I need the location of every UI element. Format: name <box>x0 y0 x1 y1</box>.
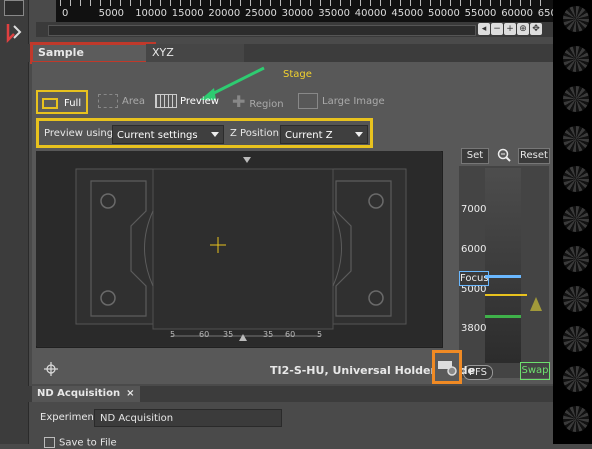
stage-scale-label: 5 <box>170 330 176 339</box>
experiment-label: Experiment: <box>40 412 102 423</box>
thumbnail-pattern-icon <box>563 6 589 32</box>
mode-large-image-button[interactable]: Large Image <box>298 90 385 114</box>
z-tick-label: 6000 <box>461 244 487 255</box>
pfs-offset-line <box>485 315 521 318</box>
thumbnail-pattern-icon <box>563 206 589 232</box>
z-position-select[interactable]: Current Z <box>280 125 368 144</box>
preview-using-label: Preview using: <box>44 128 117 139</box>
mode-area-button[interactable]: Area <box>98 90 145 114</box>
full-icon <box>42 97 58 109</box>
ruler-label: 40000 <box>354 8 387 19</box>
mode-full-label: Full <box>64 98 82 109</box>
z-tick-label: 7000 <box>461 204 487 215</box>
stage-scale-label: 60 <box>199 330 210 339</box>
nav-left-icon[interactable]: ◂ <box>478 23 490 35</box>
stage-holder-drawing <box>36 151 441 346</box>
ruler-label: 10000 <box>135 8 167 19</box>
thumbnail-pattern-icon <box>563 246 589 272</box>
stage-scale-label: 35 <box>223 330 234 339</box>
stage-tool-icon[interactable] <box>5 22 23 44</box>
mode-full-button[interactable]: Full <box>36 90 88 114</box>
thumbnail-pattern-icon <box>563 326 589 352</box>
ruler-label: 0 <box>62 8 69 19</box>
mode-preview-button[interactable]: Preview <box>155 90 219 114</box>
chevron-down-icon <box>355 132 363 137</box>
image-strip <box>553 0 592 444</box>
focus-line <box>485 275 521 278</box>
swap-button[interactable]: Swap <box>520 362 550 380</box>
close-icon[interactable]: × <box>126 388 134 399</box>
holder-gear-icon <box>438 361 457 376</box>
ruler-label: 15000 <box>171 8 204 19</box>
preview-using-value: Current settings <box>117 130 198 141</box>
large-image-icon <box>298 93 318 109</box>
z-indicator-triangle[interactable] <box>530 297 542 311</box>
preview-settings-bar: Preview using: Current settings Z Positi… <box>36 118 373 148</box>
ruler-label: 5000 <box>98 8 125 19</box>
mode-area-label: Area <box>122 96 146 107</box>
thumbnail-pattern-icon <box>563 366 589 392</box>
save-to-file-checkbox[interactable] <box>44 437 55 448</box>
zoom-fit-icon[interactable]: ⊕ <box>517 23 529 35</box>
stage-top-marker <box>243 157 251 163</box>
preview-using-select[interactable]: Current settings <box>112 125 224 144</box>
z-slider-track[interactable] <box>485 168 521 363</box>
zoom-in-icon[interactable]: + <box>504 23 516 35</box>
thumbnail-pattern-icon <box>563 406 589 432</box>
thumbnail-pattern-icon <box>563 46 589 72</box>
chevron-down-icon <box>211 132 219 137</box>
zoom-out-icon[interactable]: − <box>491 23 503 35</box>
ruler-label: 50000 <box>428 8 460 19</box>
mode-region-label: Region <box>249 99 284 110</box>
crosshair-icon[interactable] <box>44 362 58 376</box>
preview-icon <box>155 94 177 108</box>
ruler-label: 55000 <box>464 8 497 19</box>
zoom-icon[interactable] <box>497 148 511 162</box>
ruler-label: 45000 <box>391 8 424 19</box>
stage-scale-label: 60 <box>285 330 296 339</box>
thumbnail-pattern-icon <box>563 166 589 192</box>
ruler-label: 30000 <box>281 8 314 19</box>
mode-large-image-label: Large Image <box>322 96 385 107</box>
scroll-track[interactable] <box>48 25 476 36</box>
z-tick-label: 3800 <box>461 323 487 334</box>
thumbnail-pattern-icon <box>563 86 589 112</box>
z-position-value: Current Z <box>285 130 333 141</box>
focus-marker[interactable]: Focus <box>459 271 489 286</box>
reset-button[interactable]: Reset <box>518 148 550 164</box>
thumbnail-pattern-icon <box>563 286 589 312</box>
ruler-label: 25000 <box>245 8 277 19</box>
z-position-label: Z Position: <box>230 128 283 139</box>
plus-icon: ✚ <box>232 92 246 111</box>
holder-settings-button[interactable] <box>432 350 462 384</box>
tab-sample-navigation[interactable]: Sample Navigation× <box>30 42 156 77</box>
thumbnail-pattern-icon <box>563 126 589 152</box>
tab-xyz-overview[interactable]: XYZ Overview× <box>146 44 244 77</box>
mode-region-button[interactable]: ✚ Region <box>232 90 284 114</box>
left-toolstrip <box>0 0 29 444</box>
tab-label: ND Acquisition <box>37 388 121 399</box>
mode-preview-label: Preview <box>180 96 219 107</box>
save-to-file-label: Save to File <box>59 437 117 449</box>
save-to-file-row[interactable]: Save to File <box>44 437 117 449</box>
ruler-label: 60000 <box>501 8 533 19</box>
area-icon <box>98 94 118 108</box>
current-z-line <box>485 294 527 296</box>
stage-scale-label: 35 <box>263 330 274 339</box>
ruler-ticks <box>60 0 550 6</box>
tab-nd-acquisition[interactable]: ND Acquisition × <box>32 386 140 402</box>
ruler-label: 35000 <box>318 8 350 19</box>
window-icon[interactable] <box>4 0 24 16</box>
stage-scale-label: 5 <box>317 330 323 339</box>
stage-annotation: Stage <box>283 69 312 80</box>
pan-icon[interactable]: ✥ <box>530 23 542 35</box>
set-button[interactable]: Set <box>461 148 489 164</box>
experiment-field[interactable]: ND Acquisition <box>94 409 282 427</box>
ruler-label: 20000 <box>208 8 241 19</box>
